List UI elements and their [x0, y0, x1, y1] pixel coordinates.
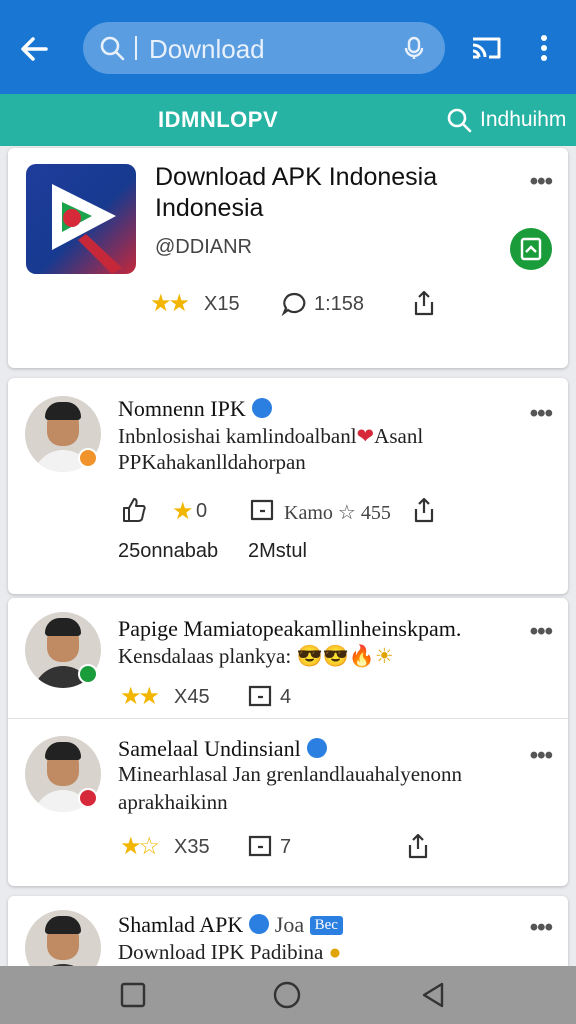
section-bar: IDMNLOPV Indhuihm — [0, 94, 576, 146]
post-text-line2: aprakhaikinn — [118, 790, 228, 814]
mic-icon[interactable] — [401, 35, 427, 61]
download-icon — [520, 237, 542, 261]
heart-icon: ❤ — [356, 424, 375, 448]
badge-icon — [78, 664, 98, 684]
post-group-card: Papige Mamiatopeakamllinheinskpam. ••• K… — [8, 598, 568, 886]
comment-icon[interactable] — [246, 683, 274, 711]
section-search-label: Indhuihm — [480, 108, 567, 131]
post-stat-1: 25onnabab — [118, 540, 219, 562]
post-text-line1: Kensdalaas plankya: 😎😎🔥☀ — [118, 644, 394, 668]
app-title[interactable]: Download APK Indonesia — [155, 163, 437, 192]
post-author[interactable]: Samelaal Undinsianl — [118, 736, 327, 762]
section-title[interactable]: IDMNLOPV — [158, 107, 278, 133]
verified-icon — [306, 738, 327, 758]
share-icon[interactable] — [404, 832, 432, 860]
developer-name[interactable]: @DDIANR — [155, 236, 252, 259]
badge-icon — [78, 448, 98, 468]
post-author[interactable]: Nomnenn IPK — [118, 396, 272, 422]
more-options-button[interactable] — [532, 30, 556, 66]
post-text-line1: Inbnlosishai kamlindoalbanl❤Asanl — [118, 424, 424, 448]
comment-icon[interactable] — [280, 290, 308, 318]
comment-icon[interactable] — [248, 497, 276, 525]
search-input[interactable]: Download — [149, 34, 265, 65]
download-button[interactable] — [510, 228, 552, 270]
post-more-button[interactable]: ••• — [530, 914, 553, 942]
search-icon — [100, 36, 125, 61]
app-icon[interactable] — [26, 164, 136, 274]
post-more-button[interactable]: ••• — [530, 400, 553, 428]
post-card[interactable]: Nomnenn IPK ••• Inbnlosishai kamlindoalb… — [8, 378, 568, 594]
comment-count: 4 — [280, 686, 292, 708]
post-card[interactable]: Shamlad APK Joa Bec ••• Download IPK Pad… — [8, 896, 568, 986]
share-icon[interactable] — [410, 496, 438, 524]
post-author[interactable]: Papige Mamiatopeakamllinheinskpam. — [118, 616, 461, 642]
post-more-button[interactable]: ••• — [530, 742, 553, 770]
rating-stars: ★★ — [120, 683, 160, 710]
app-subtitle: Indonesia — [155, 194, 264, 222]
emoji-icons: 😎😎🔥☀ — [296, 644, 394, 668]
coin-icon: ● — [328, 940, 342, 964]
app-more-button[interactable]: ••• — [530, 168, 553, 196]
share-icon[interactable] — [410, 289, 438, 317]
post-text-line1: Download IPK Padibina ● — [118, 940, 342, 964]
square-icon[interactable] — [118, 980, 148, 1010]
divider — [8, 718, 568, 719]
arrow-left-icon — [21, 37, 48, 61]
comment-count: 1:158 — [314, 293, 365, 315]
play-store-logo-icon — [52, 184, 122, 274]
tag-badge: Bec — [309, 916, 343, 935]
cast-button[interactable] — [468, 30, 504, 66]
rating-value: X45 — [174, 686, 210, 708]
app-card[interactable]: Download APK Indonesia Indonesia @DDIANR… — [8, 148, 568, 368]
triangle-back-icon[interactable] — [418, 980, 448, 1010]
comment-count: 7 — [280, 836, 292, 858]
star-count-short: 0 — [196, 500, 208, 522]
verified-icon — [249, 914, 270, 934]
star-icon[interactable]: ★ — [172, 497, 193, 526]
rating-stars: ★★ — [150, 290, 190, 317]
rating-value: X35 — [174, 836, 210, 858]
comment-icon[interactable] — [246, 833, 274, 861]
top-app-bar: Download — [0, 0, 576, 94]
cast-icon — [472, 37, 501, 59]
more-vertical-icon — [541, 35, 547, 61]
post-text-line1: Minearhlasal Jan grenlandlauahalyenonn — [118, 762, 463, 786]
post-author[interactable]: Shamlad APK Joa Bec — [118, 912, 343, 938]
system-navigation-bar — [0, 966, 576, 1024]
comment-label: Kamo ☆ 455 — [284, 502, 391, 524]
verified-icon — [251, 398, 272, 418]
post-text-line2: PPKahakanlldahorpan — [118, 450, 306, 474]
post-more-button[interactable]: ••• — [530, 618, 553, 646]
thumbs-up-icon[interactable] — [120, 496, 148, 524]
badge-icon — [78, 788, 98, 808]
rating-stars: ★☆ — [120, 833, 160, 860]
back-button[interactable] — [14, 28, 56, 70]
text-cursor — [135, 36, 137, 60]
search-icon — [447, 108, 472, 133]
post-stat-2: 2Mstul — [248, 540, 307, 562]
rating-value: X15 — [204, 293, 240, 315]
search-bar[interactable]: Download — [83, 22, 445, 74]
circle-icon[interactable] — [272, 980, 302, 1010]
